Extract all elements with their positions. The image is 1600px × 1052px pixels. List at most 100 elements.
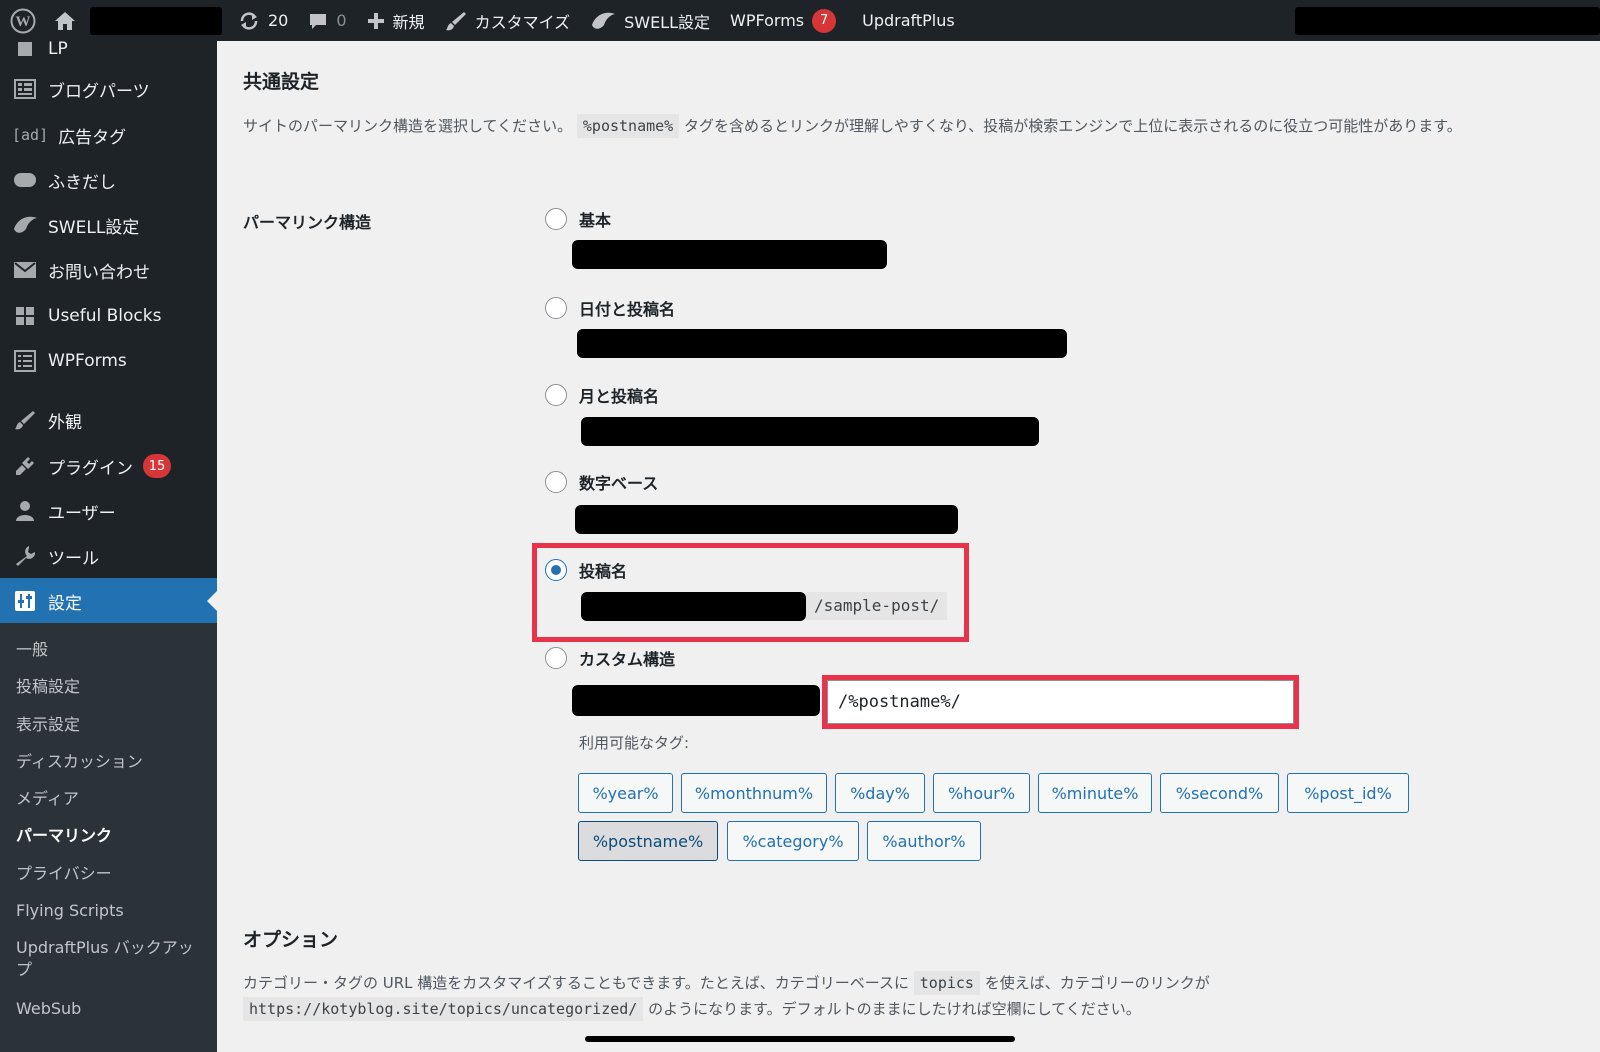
radio-custom[interactable] bbox=[545, 647, 567, 669]
submenu-permalinks[interactable]: パーマリンク bbox=[16, 825, 206, 847]
tag-button-category[interactable]: %category% bbox=[727, 821, 859, 861]
redacted-url bbox=[575, 505, 958, 534]
grid-icon bbox=[12, 76, 38, 102]
menu-label: 設定 bbox=[48, 593, 82, 614]
menu-label: Useful Blocks bbox=[48, 306, 162, 326]
account-redacted[interactable] bbox=[1295, 0, 1600, 41]
wpforms-badge: 7 bbox=[812, 8, 837, 33]
brush-icon bbox=[445, 10, 467, 32]
submenu-reading[interactable]: 表示設定 bbox=[16, 714, 206, 736]
submenu-general[interactable]: 一般 bbox=[16, 639, 206, 661]
wpforms-label: WPForms bbox=[730, 11, 805, 30]
current-menu-arrow bbox=[207, 591, 217, 611]
new-content-link[interactable]: 新規 bbox=[357, 0, 435, 41]
redacted-url bbox=[572, 240, 887, 269]
ad-icon: [ad] bbox=[12, 126, 49, 144]
tag-button-second[interactable]: %second% bbox=[1160, 773, 1279, 813]
updates-link[interactable]: 20 bbox=[228, 0, 298, 41]
submenu-flying-scripts[interactable]: Flying Scripts bbox=[16, 900, 206, 922]
menu-item-fukidashi[interactable]: ふきだし bbox=[0, 157, 217, 203]
tag-button-author[interactable]: %author% bbox=[867, 821, 981, 861]
radio-month-name[interactable] bbox=[545, 384, 567, 406]
swell-icon bbox=[590, 11, 616, 31]
menu-item-settings[interactable]: 設定 bbox=[0, 578, 217, 624]
menu-item-useful-blocks[interactable]: Useful Blocks bbox=[0, 293, 217, 339]
customize-label: カスタマイズ bbox=[474, 12, 571, 32]
menu-item-appearance[interactable]: 外観 bbox=[0, 397, 217, 443]
updraftplus-link[interactable]: UpdraftPlus bbox=[846, 0, 965, 41]
settings-icon bbox=[12, 588, 38, 614]
tag-button-post-id[interactable]: %post_id% bbox=[1287, 773, 1409, 813]
wpforms-link[interactable]: WPForms 7 bbox=[720, 0, 846, 41]
redacted-url bbox=[572, 685, 820, 716]
radio-post-name[interactable] bbox=[545, 559, 567, 581]
menu-label: ツール bbox=[48, 548, 99, 569]
swell-settings-link[interactable]: SWELL設定 bbox=[580, 0, 720, 41]
submenu-media[interactable]: メディア bbox=[16, 788, 206, 810]
option-month-name[interactable]: 月と投稿名 bbox=[545, 383, 659, 407]
tag-button-monthnum[interactable]: %monthnum% bbox=[681, 773, 827, 813]
comments-link[interactable]: 0 bbox=[298, 0, 356, 41]
redacted-url bbox=[581, 417, 1039, 446]
example-url-code: https://kotyblog.site/topics/uncategoriz… bbox=[243, 997, 644, 1021]
admin-bar: W 20 0 新規 カスタマイズ SWELL設定 WPForms 7 Updra… bbox=[0, 0, 1600, 41]
tag-button-year[interactable]: %year% bbox=[578, 773, 673, 813]
menu-label: お問い合わせ bbox=[48, 262, 150, 283]
option-day-name[interactable]: 日付と投稿名 bbox=[545, 296, 675, 320]
option-custom[interactable]: カスタム構造 bbox=[545, 646, 675, 670]
submenu-discussion[interactable]: ディスカッション bbox=[16, 751, 206, 773]
menu-label: ユーザー bbox=[48, 503, 116, 524]
form-icon bbox=[12, 348, 38, 374]
blocks-icon bbox=[12, 303, 38, 329]
common-settings-title: 共通設定 bbox=[243, 71, 320, 93]
menu-label: プラグイン bbox=[48, 458, 133, 479]
speech-bubble-icon bbox=[12, 167, 38, 193]
menu-item-contact[interactable]: お問い合わせ bbox=[0, 247, 217, 293]
topics-code: topics bbox=[913, 971, 980, 995]
menu-item-plugins[interactable]: プラグイン 15 bbox=[0, 443, 217, 489]
main-content: 共通設定 サイトのパーマリンク構造を選択してください。 %postname% タ… bbox=[217, 41, 1600, 1052]
menu-label: 外観 bbox=[48, 412, 82, 433]
admin-sidebar: LP ブログパーツ [ad] 広告タグ ふきだし SWELL設定 お問い合わせ … bbox=[0, 41, 217, 1052]
custom-structure-input[interactable]: /%postname%/ bbox=[827, 680, 1294, 724]
menu-label: ふきだし bbox=[48, 172, 116, 193]
submenu-websub[interactable]: WebSub bbox=[16, 998, 206, 1020]
comments-count: 0 bbox=[336, 11, 347, 30]
plugin-icon bbox=[12, 453, 38, 479]
radio-plain[interactable] bbox=[545, 208, 567, 230]
site-home-icon[interactable] bbox=[46, 0, 84, 41]
submenu-updraftplus[interactable]: UpdraftPlus バックアップ bbox=[16, 937, 206, 981]
menu-item-users[interactable]: ユーザー bbox=[0, 488, 217, 534]
menu-label: ブログパーツ bbox=[48, 81, 150, 102]
submenu-privacy[interactable]: プライバシー bbox=[16, 863, 206, 885]
new-label: 新規 bbox=[392, 12, 425, 32]
menu-item-ad-tags[interactable]: [ad] 広告タグ bbox=[0, 112, 217, 158]
menu-item-swell-settings[interactable]: SWELL設定 bbox=[0, 202, 217, 248]
tag-button-postname[interactable]: %postname% bbox=[578, 821, 718, 861]
tag-button-minute[interactable]: %minute% bbox=[1038, 773, 1152, 813]
tag-button-hour[interactable]: %hour% bbox=[933, 773, 1030, 813]
menu-item-blog-parts[interactable]: ブログパーツ bbox=[0, 66, 217, 112]
customize-link[interactable]: カスタマイズ bbox=[435, 0, 581, 41]
postname-code: %postname% bbox=[576, 114, 680, 138]
wordpress-logo-icon[interactable]: W bbox=[0, 0, 46, 41]
site-name-redacted[interactable] bbox=[84, 0, 228, 41]
available-tags-label: 利用可能なタグ: bbox=[579, 734, 690, 752]
option-plain[interactable]: 基本 bbox=[545, 207, 611, 231]
svg-text:W: W bbox=[16, 14, 31, 30]
tag-button-day[interactable]: %day% bbox=[835, 773, 925, 813]
comment-icon bbox=[308, 11, 328, 31]
radio-day-name[interactable] bbox=[545, 297, 567, 319]
page-icon bbox=[12, 41, 38, 62]
menu-label: LP bbox=[48, 41, 68, 59]
submenu-writing[interactable]: 投稿設定 bbox=[16, 676, 206, 698]
refresh-icon bbox=[238, 11, 260, 31]
menu-item-tools[interactable]: ツール bbox=[0, 533, 217, 579]
postname-sample: /sample-post/ bbox=[806, 592, 948, 620]
radio-numeric[interactable] bbox=[545, 471, 567, 493]
option-numeric[interactable]: 数字ベース bbox=[545, 470, 658, 494]
swell-label: SWELL設定 bbox=[624, 12, 711, 32]
menu-item-wpforms[interactable]: WPForms bbox=[0, 338, 217, 384]
brush-icon bbox=[12, 407, 38, 433]
option-post-name[interactable]: 投稿名 bbox=[545, 558, 627, 582]
